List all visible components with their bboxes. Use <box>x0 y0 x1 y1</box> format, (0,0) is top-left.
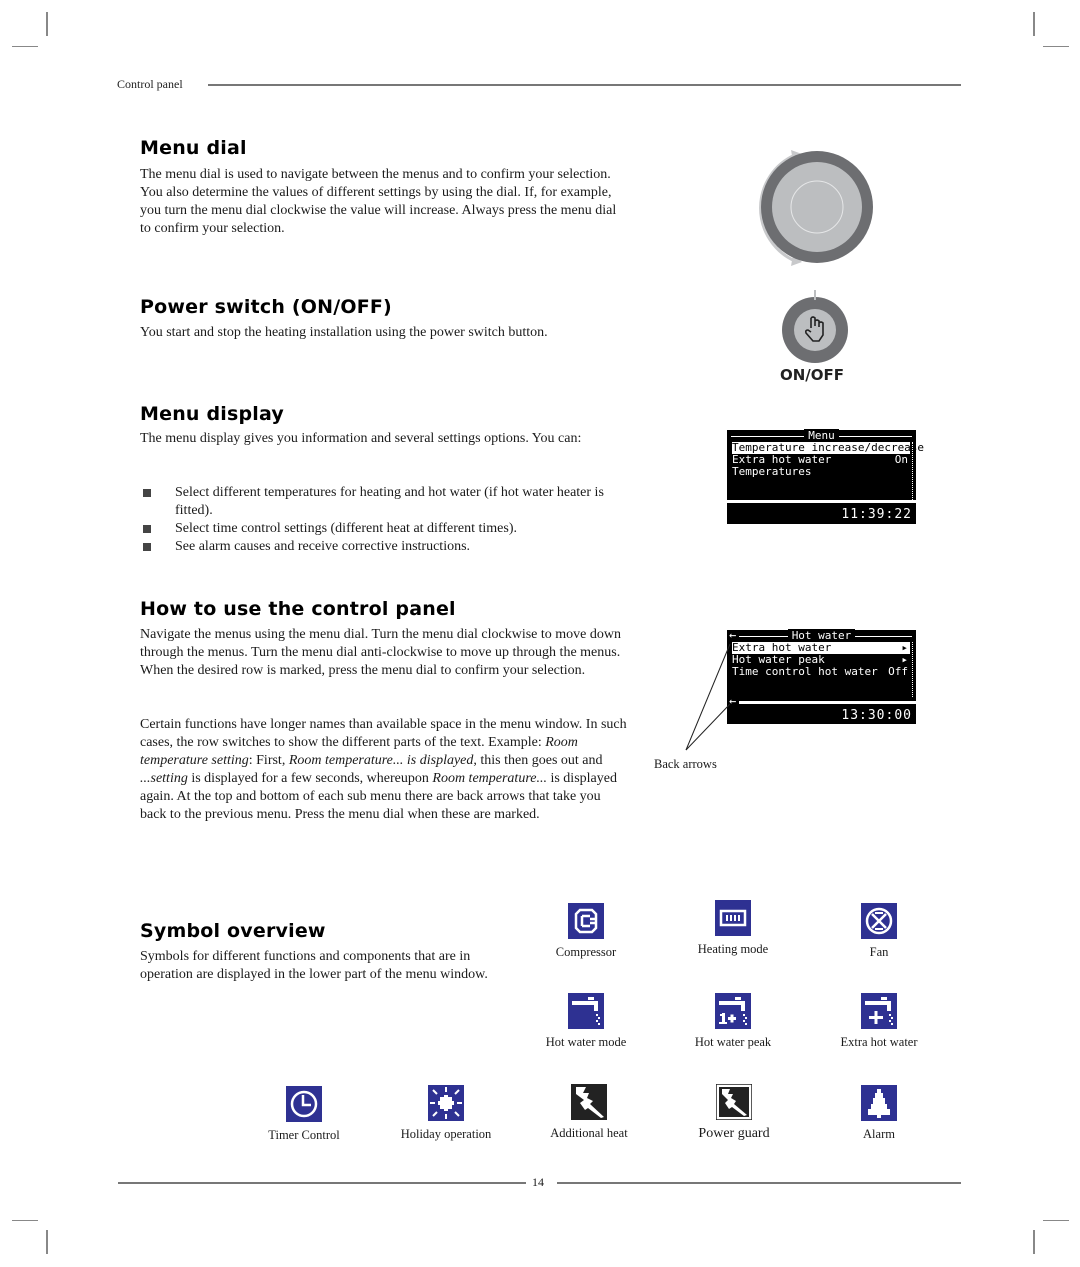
menu-display-bullets: Select different temperatures for heatin… <box>140 484 630 556</box>
additional-heat-icon <box>571 1084 607 1120</box>
header-rule <box>208 84 961 86</box>
callout-lines <box>685 643 731 751</box>
symbol-compressor: Compressor <box>521 903 651 960</box>
lcd-clock: 11:39:22 <box>841 507 912 522</box>
hot-water-mode-icon <box>568 993 604 1029</box>
symbol-fan: Fan <box>814 903 944 960</box>
holiday-operation-icon <box>428 1085 464 1121</box>
section-title-menu-dial: Menu dial <box>140 137 247 159</box>
compressor-icon <box>568 903 604 939</box>
crop-mark <box>12 46 38 47</box>
lcd-clock: 13:30:00 <box>841 708 912 723</box>
lcd-row[interactable]: Temperatures <box>732 466 910 478</box>
extra-hot-water-icon <box>861 993 897 1029</box>
symbol-hot-water-mode: Hot water mode <box>521 993 651 1050</box>
symbol-hot-water-peak: Hot water peak <box>668 993 798 1050</box>
crop-mark <box>46 1230 48 1254</box>
symbol-power-guard: Power guard <box>669 1084 799 1142</box>
menu-display-text: The menu display gives you information a… <box>140 431 582 446</box>
bullet-item: Select different temperatures for heatin… <box>140 484 630 520</box>
section-title-menu-display: Menu display <box>140 403 285 425</box>
bullet-square-icon <box>143 489 151 497</box>
bullet-item: Select time control settings (different … <box>140 520 630 538</box>
alarm-icon <box>861 1085 897 1121</box>
lcd-hot-water-screen: Hot water ← Extra hot water ▸ Hot water p… <box>727 629 916 724</box>
symbol-heating-mode: Heating mode <box>668 900 798 957</box>
crop-mark <box>1033 12 1035 36</box>
back-arrows-caption: Back arrows <box>654 757 717 771</box>
lcd-scrollbar[interactable] <box>912 642 915 697</box>
lcd-row[interactable]: Time control hot water Off <box>732 666 910 678</box>
page-number: 14 <box>532 1175 544 1189</box>
fan-icon <box>861 903 897 939</box>
symbol-overview-text: Symbols for different functions and comp… <box>140 949 488 982</box>
crop-mark <box>1043 1220 1069 1221</box>
bullet-square-icon <box>143 543 151 551</box>
lcd-menu-screen: Menu Temperature increase/decrease Extra… <box>727 429 924 524</box>
symbol-additional-heat: Additional heat <box>524 1084 654 1141</box>
bullet-item: See alarm causes and receive corrective … <box>140 538 630 556</box>
how-to-use-text-2: Certain functions have longer names than… <box>140 717 627 822</box>
hot-water-peak-icon <box>715 993 751 1029</box>
menu-dial-text: The menu dial is used to navigate betwee… <box>140 167 617 236</box>
symbol-timer-control: Timer Control <box>239 1086 369 1143</box>
running-header: Control panel <box>117 77 183 91</box>
footer-rule-left <box>118 1182 526 1184</box>
lcd-scrollbar[interactable] <box>912 442 915 500</box>
section-title-how-to-use: How to use the control panel <box>140 598 456 620</box>
crop-mark <box>1043 46 1069 47</box>
bullet-square-icon <box>143 525 151 533</box>
symbol-extra-hot-water: Extra hot water <box>814 993 944 1050</box>
heating-mode-icon <box>715 900 751 936</box>
section-title-symbol-overview: Symbol overview <box>140 920 326 942</box>
menu-dial-illustration <box>759 150 873 266</box>
power-button[interactable] <box>778 288 852 368</box>
power-switch-text: You start and stop the heating installat… <box>140 325 548 340</box>
section-title-power-switch: Power switch (ON/OFF) <box>140 296 392 318</box>
symbol-alarm: Alarm <box>814 1085 944 1142</box>
power-button-label: ON/OFF <box>780 366 845 384</box>
crop-mark <box>1033 1230 1035 1254</box>
power-guard-icon <box>716 1084 752 1120</box>
crop-mark <box>46 12 48 36</box>
footer-rule-right <box>557 1182 961 1184</box>
symbol-holiday-operation: Holiday operation <box>381 1085 511 1142</box>
how-to-use-text-1: Navigate the menus using the menu dial. … <box>140 627 621 678</box>
timer-control-icon <box>286 1086 322 1122</box>
crop-mark <box>12 1220 38 1221</box>
